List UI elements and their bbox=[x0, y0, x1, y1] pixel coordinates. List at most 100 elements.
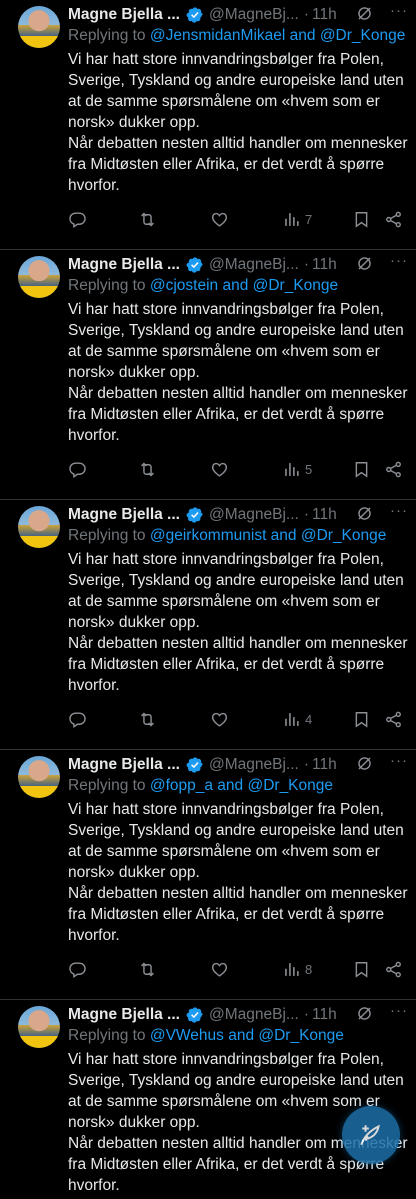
replying-to: Replying to @fopp_a and @Dr_Konge bbox=[68, 777, 333, 795]
grok-icon[interactable] bbox=[355, 754, 374, 773]
repost-button[interactable] bbox=[138, 957, 157, 981]
author-handle[interactable]: @MagneBj... bbox=[209, 256, 299, 274]
bookmark-icon bbox=[355, 461, 368, 478]
tweet-actions: 5 bbox=[68, 457, 408, 481]
author-handle[interactable]: @MagneBj... bbox=[209, 756, 299, 774]
reply-icon bbox=[69, 211, 86, 228]
author-name[interactable]: Magne Bjella ... bbox=[68, 1006, 180, 1024]
reply-mentions[interactable]: @fopp_a and @Dr_Konge bbox=[150, 777, 333, 794]
views-button[interactable]: 5 bbox=[282, 457, 312, 481]
tweet-header: Magne Bjella ... @MagneBj... · 11h bbox=[68, 504, 404, 526]
avatar[interactable] bbox=[18, 6, 60, 48]
verified-badge-icon bbox=[186, 257, 203, 273]
author-handle[interactable]: @MagneBj... bbox=[209, 6, 299, 24]
more-options-icon[interactable]: ··· bbox=[390, 2, 408, 19]
tweet-time[interactable]: 11h bbox=[312, 756, 337, 774]
repost-icon bbox=[141, 462, 154, 476]
like-button[interactable] bbox=[210, 207, 229, 231]
tweet-text: Vi har hatt store innvandringsbølger fra… bbox=[68, 51, 408, 194]
replying-to-label: Replying to bbox=[68, 27, 150, 44]
bookmark-button[interactable] bbox=[352, 957, 371, 981]
tweet-header: Magne Bjella ... @MagneBj... · 11h bbox=[68, 254, 404, 276]
share-button[interactable] bbox=[384, 957, 403, 981]
like-button[interactable] bbox=[210, 707, 229, 731]
avatar[interactable] bbox=[18, 256, 60, 298]
tweet-time[interactable]: 11h bbox=[312, 6, 337, 24]
share-button[interactable] bbox=[384, 207, 403, 231]
author-name[interactable]: Magne Bjella ... bbox=[68, 6, 180, 24]
share-button[interactable] bbox=[384, 457, 403, 481]
like-button[interactable] bbox=[210, 957, 229, 981]
reply-mentions[interactable]: @cjostein and @Dr_Konge bbox=[150, 277, 338, 294]
tweet[interactable]: Magne Bjella ... @MagneBj... · 11h ··· R… bbox=[0, 250, 416, 500]
tweet-text: Vi har hatt store innvandringsbølger fra… bbox=[68, 551, 408, 694]
tweet-time[interactable]: 11h bbox=[312, 506, 337, 524]
reply-icon bbox=[69, 711, 86, 728]
reply-mentions[interactable]: @VWehus and @Dr_Konge bbox=[150, 1027, 344, 1044]
bookmark-button[interactable] bbox=[352, 207, 371, 231]
reply-mentions[interactable]: @JensmidanMikael and @Dr_Konge bbox=[150, 27, 406, 44]
tweet-time[interactable]: 11h bbox=[312, 256, 337, 274]
share-icon bbox=[386, 961, 401, 977]
tweet[interactable]: Magne Bjella ... @MagneBj... · 11h ··· R… bbox=[0, 1000, 416, 1199]
compose-post-button[interactable] bbox=[342, 1106, 400, 1164]
tweet-actions: 4 bbox=[68, 707, 408, 731]
repost-button[interactable] bbox=[138, 457, 157, 481]
tweet-actions: 7 bbox=[68, 207, 408, 231]
tweet-text: Vi har hatt store innvandringsbølger fra… bbox=[68, 801, 408, 944]
tweet[interactable]: Magne Bjella ... @MagneBj... · 11h ··· R… bbox=[0, 750, 416, 1000]
replying-to: Replying to @cjostein and @Dr_Konge bbox=[68, 277, 338, 295]
verified-badge-icon bbox=[186, 757, 203, 773]
views-icon bbox=[285, 212, 299, 226]
tweet-text: Vi har hatt store innvandringsbølger fra… bbox=[68, 301, 408, 444]
avatar[interactable] bbox=[18, 756, 60, 798]
replying-to-label: Replying to bbox=[68, 777, 150, 794]
reply-mentions[interactable]: @geirkommunist and @Dr_Konge bbox=[150, 527, 387, 544]
avatar[interactable] bbox=[18, 506, 60, 548]
reply-icon bbox=[69, 461, 86, 478]
repost-icon bbox=[141, 962, 154, 976]
tweet-time[interactable]: 11h bbox=[312, 1006, 337, 1024]
repost-icon bbox=[141, 712, 154, 726]
reply-button[interactable] bbox=[68, 457, 87, 481]
separator-dot: · bbox=[303, 506, 309, 523]
like-button[interactable] bbox=[210, 457, 229, 481]
tweet-actions: 8 bbox=[68, 957, 408, 981]
author-name[interactable]: Magne Bjella ... bbox=[68, 506, 180, 524]
grok-icon[interactable] bbox=[355, 254, 374, 273]
timeline: Magne Bjella ... @MagneBj... · 11h ··· R… bbox=[0, 0, 416, 1199]
more-options-icon[interactable]: ··· bbox=[390, 252, 408, 269]
grok-icon[interactable] bbox=[355, 504, 374, 523]
reply-button[interactable] bbox=[68, 207, 87, 231]
bookmark-button[interactable] bbox=[352, 707, 371, 731]
views-button[interactable]: 4 bbox=[282, 707, 312, 731]
compose-post-icon bbox=[360, 1124, 380, 1146]
more-options-icon[interactable]: ··· bbox=[390, 502, 408, 519]
repost-button[interactable] bbox=[138, 207, 157, 231]
views-button[interactable]: 8 bbox=[282, 957, 312, 981]
bookmark-button[interactable] bbox=[352, 457, 371, 481]
views-button[interactable]: 7 bbox=[282, 207, 312, 231]
views-count: 8 bbox=[305, 961, 313, 977]
views-icon bbox=[285, 712, 299, 726]
more-options-icon[interactable]: ··· bbox=[390, 1002, 408, 1019]
grok-icon[interactable] bbox=[355, 4, 374, 23]
author-handle[interactable]: @MagneBj... bbox=[209, 506, 299, 524]
tweet[interactable]: Magne Bjella ... @MagneBj... · 11h ··· R… bbox=[0, 0, 416, 250]
avatar[interactable] bbox=[18, 1006, 60, 1048]
author-name[interactable]: Magne Bjella ... bbox=[68, 756, 180, 774]
grok-icon[interactable] bbox=[355, 1004, 374, 1023]
separator-dot: · bbox=[303, 256, 309, 273]
views-icon bbox=[285, 962, 299, 976]
author-name[interactable]: Magne Bjella ... bbox=[68, 256, 180, 274]
share-button[interactable] bbox=[384, 707, 403, 731]
separator-dot: · bbox=[303, 6, 309, 23]
tweet[interactable]: Magne Bjella ... @MagneBj... · 11h ··· R… bbox=[0, 500, 416, 750]
separator-dot: · bbox=[303, 756, 309, 773]
repost-button[interactable] bbox=[138, 707, 157, 731]
more-options-icon[interactable]: ··· bbox=[390, 752, 408, 769]
author-handle[interactable]: @MagneBj... bbox=[209, 1006, 299, 1024]
reply-button[interactable] bbox=[68, 957, 87, 981]
reply-button[interactable] bbox=[68, 707, 87, 731]
tweet-header: Magne Bjella ... @MagneBj... · 11h bbox=[68, 1004, 404, 1026]
